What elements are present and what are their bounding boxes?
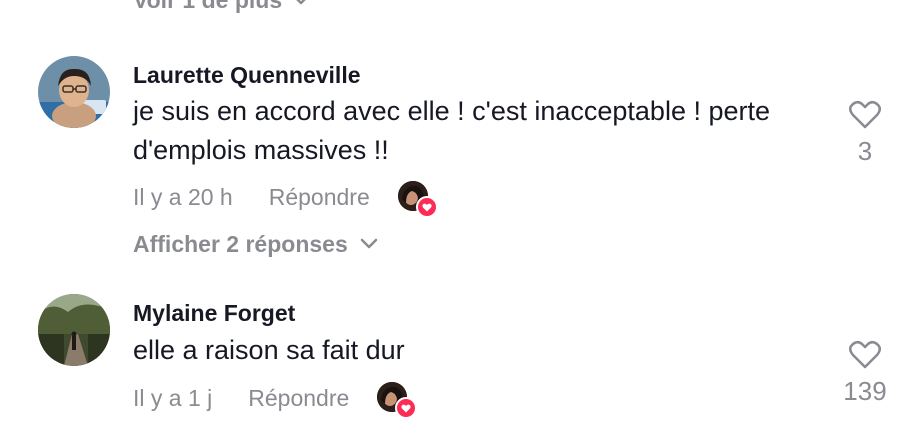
avatar[interactable] bbox=[38, 56, 110, 128]
heart-badge-icon bbox=[395, 397, 418, 419]
heart-icon[interactable] bbox=[848, 100, 882, 130]
view-replies-link[interactable]: Afficher 2 réponses bbox=[133, 229, 378, 259]
comment-meta: Il y a 20 h Répondre bbox=[133, 181, 438, 218]
comment-author[interactable]: Mylaine Forget bbox=[133, 300, 295, 327]
creator-liked-indicator bbox=[397, 181, 438, 218]
chevron-down-icon bbox=[360, 238, 377, 249]
like-count: 139 bbox=[843, 376, 887, 406]
reply-button[interactable]: Répondre bbox=[269, 184, 370, 211]
comment-timestamp: Il y a 1 j bbox=[133, 384, 213, 411]
view-replies-label: Afficher 2 réponses bbox=[133, 230, 348, 257]
see-more-link[interactable]: Voir 1 de plus bbox=[133, 0, 310, 14]
comment-meta: Il y a 1 j Répondre bbox=[133, 382, 418, 419]
chevron-down-icon bbox=[296, 0, 306, 5]
creator-liked-indicator bbox=[377, 382, 418, 419]
like-control: 3 bbox=[835, 100, 895, 167]
comment-text: elle a raison sa fait dur bbox=[133, 335, 405, 365]
comment-text: je suis en accord avec elle ! c'est inac… bbox=[133, 96, 771, 165]
heart-icon[interactable] bbox=[848, 340, 882, 370]
like-control: 139 bbox=[835, 340, 895, 407]
comment-author[interactable]: Laurette Quenneville bbox=[133, 62, 361, 89]
like-count: 3 bbox=[857, 136, 873, 166]
reply-button[interactable]: Répondre bbox=[248, 385, 349, 412]
heart-badge-icon bbox=[415, 196, 438, 218]
see-more-label: Voir 1 de plus bbox=[133, 0, 282, 14]
comment-timestamp: Il y a 20 h bbox=[133, 183, 233, 210]
avatar[interactable] bbox=[38, 294, 110, 366]
